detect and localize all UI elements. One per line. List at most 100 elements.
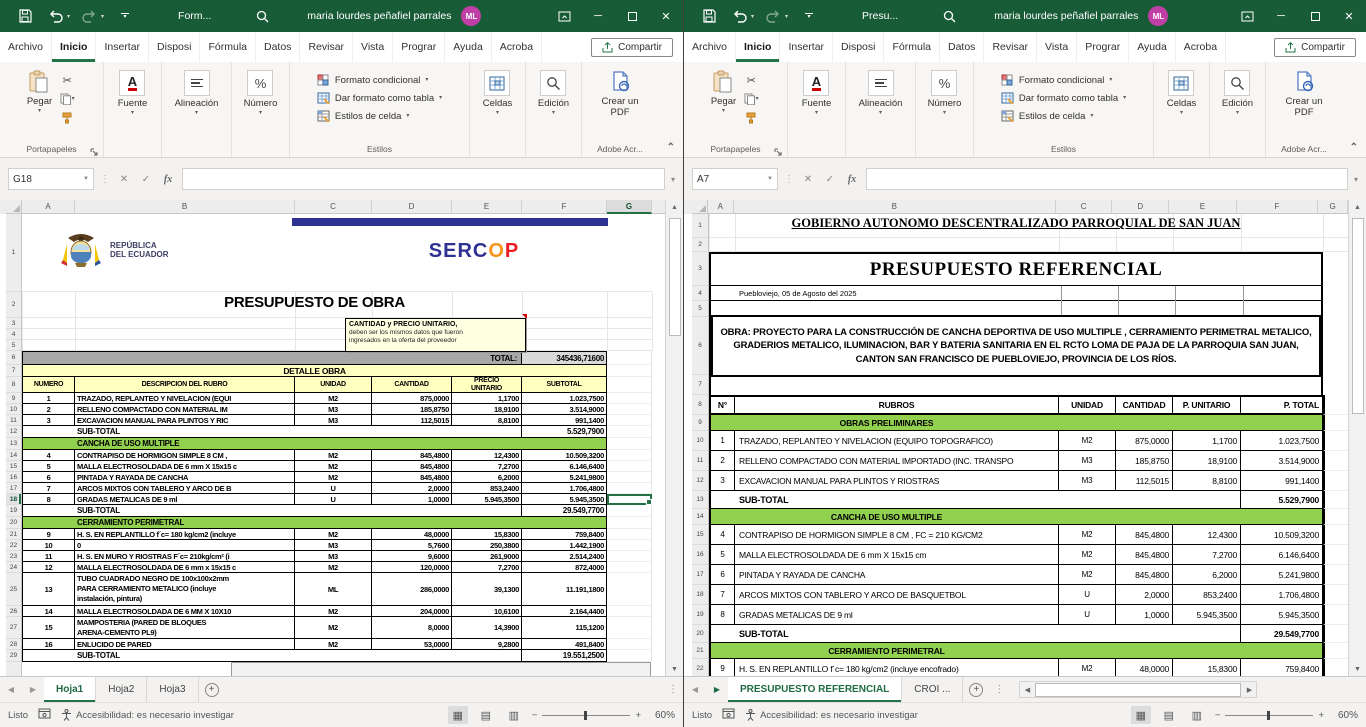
tab-vista[interactable]: Vista xyxy=(1037,32,1077,62)
scroll-up-icon[interactable]: ▲ xyxy=(666,200,683,214)
next-sheet-icon[interactable]: ▶ xyxy=(706,677,728,702)
cell-total[interactable]: 872,4000 xyxy=(522,562,607,573)
column-header-B[interactable]: B xyxy=(734,200,1056,214)
cell-unit-price[interactable]: 12,4300 xyxy=(1173,525,1241,545)
tab-inicio[interactable]: Inicio xyxy=(52,32,96,62)
cell-unit-price[interactable]: 8,8100 xyxy=(1173,471,1241,491)
new-sheet-button[interactable]: + xyxy=(963,677,989,702)
subtotal-value[interactable]: 29.549,7700 xyxy=(1241,625,1323,643)
cell-number[interactable]: 14 xyxy=(22,606,75,617)
cell-unit[interactable]: M2 xyxy=(295,461,372,472)
redo-dropdown-icon[interactable]: ▾ xyxy=(101,13,104,20)
cell-quantity[interactable]: 120,0000 xyxy=(372,562,452,573)
zoom-level[interactable]: 60% xyxy=(1332,710,1358,721)
column-header-A[interactable]: A xyxy=(22,200,75,214)
cell-quantity[interactable]: 8,0000 xyxy=(372,617,452,639)
user-name[interactable]: maria lourdes peñafiel parrales xyxy=(994,10,1138,22)
cell-unit[interactable]: M2 xyxy=(295,562,372,573)
row-header-7[interactable]: 7 xyxy=(692,375,708,395)
row-header-1[interactable]: 1 xyxy=(692,214,708,238)
cell-number[interactable]: 13 xyxy=(22,573,75,606)
tab-revisar[interactable]: Revisar xyxy=(300,32,353,62)
cell-total[interactable]: 1.023,7500 xyxy=(522,393,607,404)
column-header-G[interactable]: G xyxy=(607,200,652,214)
row-header-19[interactable]: 19 xyxy=(692,605,708,625)
cell-description[interactable]: MALLA ELECTROSOLDADA DE 6 mm X 15x15 cm xyxy=(735,545,1059,565)
cell-quantity[interactable]: 845,4800 xyxy=(372,461,452,472)
horizontal-scrollbar[interactable]: ◀ ▶ xyxy=(1019,681,1257,698)
row-header-4[interactable]: 4 xyxy=(6,329,21,340)
new-sheet-button[interactable]: + xyxy=(199,677,225,702)
row-header-20[interactable]: 20 xyxy=(692,625,708,643)
cell-unit[interactable]: M3 xyxy=(295,415,372,426)
row-header-2[interactable]: 2 xyxy=(692,238,708,252)
cell-description[interactable]: ENLUCIDO DE PARED xyxy=(75,639,295,650)
grid-filler[interactable] xyxy=(607,461,652,472)
grid-filler[interactable] xyxy=(607,426,652,438)
cell-unit-price[interactable]: 853,2400 xyxy=(452,483,522,494)
cell-quantity[interactable]: 185,8750 xyxy=(1116,451,1173,471)
grid-filler[interactable] xyxy=(607,377,652,393)
cell-total[interactable]: 3.514,9000 xyxy=(522,404,607,415)
row-header-14[interactable]: 14 xyxy=(6,450,21,461)
scrollbar-thumb[interactable] xyxy=(1352,218,1364,414)
row-header-6[interactable]: 6 xyxy=(6,351,21,365)
column-header-E[interactable]: E xyxy=(452,200,522,214)
document-title-cell[interactable]: PRESUPUESTO REFERENCIAL xyxy=(711,254,1321,286)
vertical-scrollbar[interactable]: ▲ ▼ xyxy=(1348,200,1366,676)
sheet-tab-hoja3[interactable]: Hoja3 xyxy=(147,677,198,702)
subtotal-value[interactable]: 29.549,7700 xyxy=(522,505,607,517)
page-layout-view-icon[interactable]: ▤ xyxy=(476,706,496,724)
total-value[interactable]: 345436,71600 xyxy=(522,351,607,365)
cell-total[interactable]: 759,8400 xyxy=(1241,659,1323,676)
cell-total[interactable]: 10.509,3200 xyxy=(1241,525,1323,545)
cell-quantity[interactable]: 9,6000 xyxy=(372,551,452,562)
cell-unit[interactable]: M2 xyxy=(1059,565,1116,585)
grid-filler[interactable] xyxy=(607,562,652,573)
cell-unit[interactable]: M2 xyxy=(295,529,372,540)
row-header-9[interactable]: 9 xyxy=(6,393,21,404)
cancel-entry-icon[interactable]: ✕ xyxy=(116,174,132,185)
cell-number[interactable]: 5 xyxy=(22,461,75,472)
scrollbar-thumb[interactable] xyxy=(669,218,681,336)
cell-description[interactable]: CONTRAPISO DE HORMIGON SIMPLE 8 CM , FC … xyxy=(735,525,1059,545)
copy-icon[interactable]: ▾ xyxy=(742,92,760,106)
cell-number[interactable]: 16 xyxy=(22,639,75,650)
grid-filler[interactable] xyxy=(1323,545,1348,565)
cell-unit[interactable]: M3 xyxy=(295,540,372,551)
normal-view-icon[interactable]: ▦ xyxy=(448,706,468,724)
cell-unit-price[interactable]: 9,2800 xyxy=(452,639,522,650)
cell-unit-price[interactable]: 18,9100 xyxy=(452,404,522,415)
cell-description[interactable]: EXCAVACION MANUAL PARA PLINTOS Y RIOSTRA… xyxy=(735,471,1059,491)
grid-filler[interactable] xyxy=(1323,643,1348,659)
minimize-button[interactable]: ─ xyxy=(1264,0,1298,32)
cell-unit-price[interactable]: 15,8300 xyxy=(452,529,522,540)
section-band[interactable]: CERRAMIENTO PERIMETRAL xyxy=(22,517,607,529)
cell-quantity[interactable]: 286,0000 xyxy=(372,573,452,606)
cell-description[interactable]: 0 xyxy=(75,540,295,551)
cell-unit-price[interactable]: 6,2000 xyxy=(452,472,522,483)
cell-unit-price[interactable]: 15,8300 xyxy=(1173,659,1241,676)
row-header-5[interactable]: 5 xyxy=(6,340,21,351)
sheet-tab-hoja2[interactable]: Hoja2 xyxy=(96,677,147,702)
header-cell-3[interactable]: CANTIDAD xyxy=(1116,395,1173,415)
header-cell-5[interactable]: P. TOTAL xyxy=(1241,395,1323,415)
section-band[interactable]: CANCHA DE USO MULTIPLE xyxy=(22,438,607,450)
gad-title-cell[interactable]: GOBIERNO AUTONOMO DESCENTRALIZADO PARROQ… xyxy=(709,216,1323,231)
cell-unit[interactable]: M3 xyxy=(295,551,372,562)
tab-datos[interactable]: Datos xyxy=(940,32,984,62)
cell-description[interactable]: ARCOS MIXTOS CON TABLERO Y ARCO DE B xyxy=(75,483,295,494)
row-header-19[interactable]: 19 xyxy=(6,505,21,517)
scroll-down-icon[interactable]: ▼ xyxy=(1349,662,1366,676)
row-header-13[interactable]: 13 xyxy=(6,438,21,450)
cell-quantity[interactable]: 1,0000 xyxy=(372,494,452,505)
grid-filler[interactable] xyxy=(607,606,652,617)
column-header-A[interactable]: A xyxy=(708,200,734,214)
scroll-right-icon[interactable]: ▶ xyxy=(1242,682,1256,698)
row-header-29[interactable]: 29 xyxy=(6,650,21,662)
cell-description[interactable]: PINTADA Y RAYADA DE CANCHA xyxy=(75,472,295,483)
cell-quantity[interactable]: 845,4800 xyxy=(372,450,452,461)
column-header-C[interactable]: C xyxy=(295,200,372,214)
cut-icon[interactable]: ✂ xyxy=(58,73,76,87)
cell-total[interactable]: 10.509,3200 xyxy=(522,450,607,461)
